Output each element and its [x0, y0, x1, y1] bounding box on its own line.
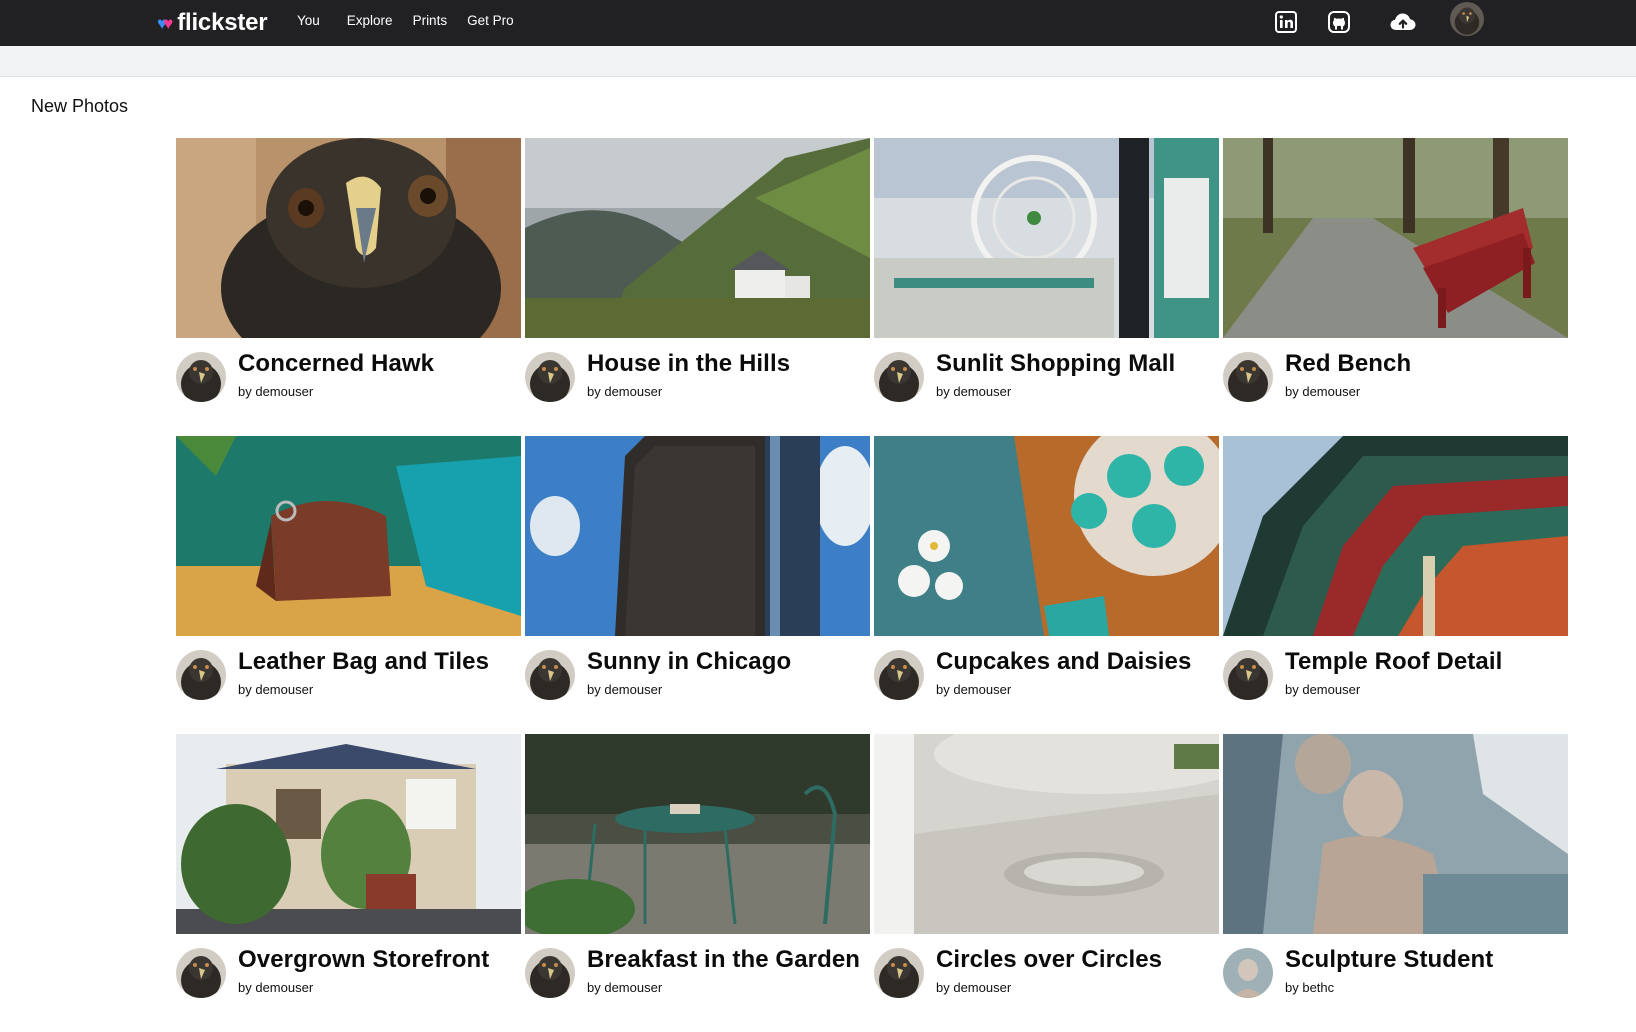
logo-hearts-icon: ♥ ♥ — [157, 13, 174, 33]
owner-avatar[interactable] — [525, 650, 575, 700]
cloud-upload-icon[interactable] — [1388, 9, 1418, 35]
photo-byline[interactable]: by demouser — [936, 980, 1011, 995]
photo-card[interactable]: Temple Roof Detail by demouser — [1223, 436, 1568, 734]
photo-card[interactable]: Sunlit Shopping Mall by demouser — [874, 138, 1219, 436]
photo-thumbnail[interactable] — [874, 138, 1219, 338]
photo-card[interactable]: Overgrown Storefront by demouser — [176, 734, 521, 1032]
photo-thumbnail[interactable] — [525, 138, 870, 338]
top-nav-bar: ♥ ♥ flickster You Explore Prints Get Pro — [0, 0, 1636, 46]
photo-byline[interactable]: by bethc — [1285, 980, 1334, 995]
owner-avatar[interactable] — [176, 650, 226, 700]
photo-byline[interactable]: by demouser — [587, 980, 662, 995]
photo-byline[interactable]: by demouser — [1285, 682, 1360, 697]
photo-thumbnail[interactable] — [176, 138, 521, 338]
linkedin-icon[interactable] — [1273, 9, 1299, 35]
photo-title[interactable]: Circles over Circles — [936, 946, 1162, 974]
photo-thumbnail[interactable] — [525, 734, 870, 934]
photo-thumbnail[interactable] — [874, 734, 1219, 934]
photo-thumbnail[interactable] — [176, 436, 521, 636]
photo-byline[interactable]: by demouser — [587, 682, 662, 697]
photo-title[interactable]: Overgrown Storefront — [238, 946, 489, 974]
photo-thumbnail[interactable] — [874, 436, 1219, 636]
photo-title[interactable]: Cupcakes and Daisies — [936, 648, 1191, 676]
owner-avatar[interactable] — [176, 352, 226, 402]
photo-title[interactable]: Sunlit Shopping Mall — [936, 350, 1175, 378]
photo-byline[interactable]: by demouser — [1285, 384, 1360, 399]
owner-avatar[interactable] — [1223, 650, 1273, 700]
logo-text: flickster — [177, 9, 268, 36]
photo-card[interactable]: Leather Bag and Tiles by demouser — [176, 436, 521, 734]
photo-title[interactable]: Concerned Hawk — [238, 350, 434, 378]
section-title: New Photos — [31, 96, 129, 116]
photo-title[interactable]: Red Bench — [1285, 350, 1411, 378]
photo-byline[interactable]: by demouser — [238, 384, 313, 399]
owner-avatar[interactable] — [525, 948, 575, 998]
nav-prints[interactable]: Prints — [413, 13, 448, 28]
nav-you[interactable]: You — [297, 13, 320, 28]
photo-byline[interactable]: by demouser — [238, 980, 313, 995]
photo-card[interactable]: Sunny in Chicago by demouser — [525, 436, 870, 734]
photo-card[interactable]: Red Bench by demouser — [1223, 138, 1568, 436]
owner-avatar[interactable] — [1223, 948, 1273, 998]
photo-byline[interactable]: by demouser — [936, 682, 1011, 697]
user-avatar[interactable] — [1450, 2, 1484, 36]
photo-card[interactable]: Circles over Circles by demouser — [874, 734, 1219, 1032]
photo-card[interactable]: House in the Hills by demouser — [525, 138, 870, 436]
owner-avatar[interactable] — [874, 650, 924, 700]
owner-avatar[interactable] — [1223, 352, 1273, 402]
photo-byline[interactable]: by demouser — [238, 682, 313, 697]
owner-avatar[interactable] — [874, 352, 924, 402]
photo-card[interactable]: Cupcakes and Daisies by demouser — [874, 436, 1219, 734]
owner-avatar[interactable] — [176, 948, 226, 998]
photo-title[interactable]: House in the Hills — [587, 350, 790, 378]
photo-card[interactable]: Concerned Hawk by demouser — [176, 138, 521, 436]
photo-title[interactable]: Sculpture Student — [1285, 946, 1493, 974]
owner-avatar[interactable] — [874, 948, 924, 998]
sub-header-bar — [0, 46, 1636, 77]
photo-title[interactable]: Leather Bag and Tiles — [238, 648, 489, 676]
photo-thumbnail[interactable] — [525, 436, 870, 636]
photo-thumbnail[interactable] — [1223, 436, 1568, 636]
photo-card[interactable]: Breakfast in the Garden by demouser — [525, 734, 870, 1032]
photo-title[interactable]: Sunny in Chicago — [587, 648, 791, 676]
nav-get-pro[interactable]: Get Pro — [467, 13, 514, 28]
photo-thumbnail[interactable] — [176, 734, 521, 934]
photo-title[interactable]: Temple Roof Detail — [1285, 648, 1502, 676]
photo-byline[interactable]: by demouser — [587, 384, 662, 399]
github-icon[interactable] — [1326, 9, 1352, 35]
photo-thumbnail[interactable] — [1223, 734, 1568, 934]
flickster-logo[interactable]: ♥ ♥ flickster — [157, 8, 268, 38]
photo-thumbnail[interactable] — [1223, 138, 1568, 338]
photo-byline[interactable]: by demouser — [936, 384, 1011, 399]
owner-avatar[interactable] — [525, 352, 575, 402]
main-nav: You Explore Prints Get Pro — [297, 13, 534, 28]
nav-explore[interactable]: Explore — [347, 13, 393, 28]
photo-card[interactable]: Sculpture Student by bethc — [1223, 734, 1568, 1032]
photo-grid: Concerned Hawk by demouser House in the … — [176, 138, 1569, 1032]
photo-title[interactable]: Breakfast in the Garden — [587, 946, 860, 974]
